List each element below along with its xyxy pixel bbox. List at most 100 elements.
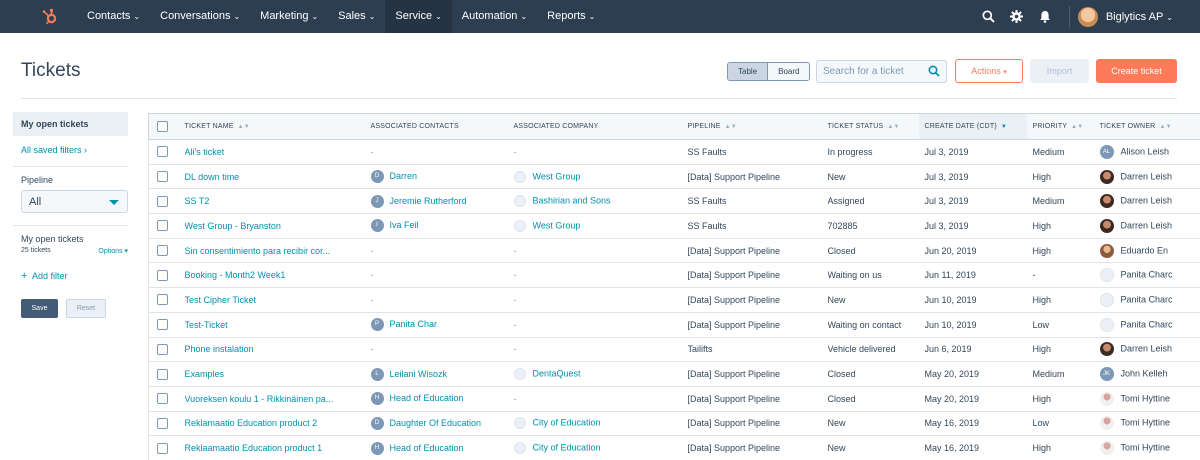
contact-link[interactable]: Panita Char: [390, 319, 438, 329]
contact-link[interactable]: Leilani Wisozk: [390, 368, 448, 378]
table-cell: West Group: [513, 164, 688, 190]
table-row[interactable]: Reklaamaatio Education product 1 H Head of…: [148, 435, 1200, 460]
ticket-status-value: Waiting on contact: [827, 319, 902, 330]
column-header-ticket-status[interactable]: TICKET STATUS ▲▼: [827, 113, 919, 140]
contact-link[interactable]: Head of Education: [390, 393, 464, 403]
options-menu[interactable]: Options ▾: [98, 247, 128, 255]
company-link[interactable]: DentaQuest: [533, 368, 581, 378]
contact-link[interactable]: Daughter Of Education: [390, 418, 482, 428]
ticket-name-link[interactable]: Reklamaatio Education product 2: [185, 418, 318, 428]
table-row[interactable]: Ali's ticket - - SS Faults In progress Jul 3,…: [148, 139, 1200, 165]
column-header-associated-contacts[interactable]: ASSOCIATED CONTACTS: [370, 113, 514, 140]
ticket-name-link[interactable]: Vuoreksen koulu 1 - Rikkinäinen pa...: [185, 394, 334, 404]
table-row[interactable]: Examples L Leilani Wisozk DentaQuest [Data] …: [148, 361, 1200, 387]
ticket-name-link[interactable]: Reklaamaatio Education product 1: [185, 443, 323, 453]
row-checkbox[interactable]: [157, 393, 168, 405]
priority-value: High: [1032, 245, 1052, 256]
contact-link[interactable]: Jeremie Rutherford: [390, 196, 467, 206]
add-filter-link[interactable]: + Add filter: [13, 270, 128, 282]
table-row[interactable]: Sin consentimiento para recibir cor... - -…: [148, 238, 1200, 264]
row-checkbox[interactable]: [157, 294, 168, 306]
table-row[interactable]: SS T2 J Jeremie Rutherford Bashirian and So…: [148, 188, 1200, 215]
table-row[interactable]: DL down time D Darren West Group [Data] Supp…: [148, 164, 1200, 190]
row-checkbox[interactable]: [157, 245, 168, 257]
contact-link[interactable]: Darren: [390, 171, 418, 181]
table-row[interactable]: Test Cipher Ticket - - [Data] Support Pipel…: [148, 287, 1200, 313]
ticket-name-link[interactable]: Sin consentimiento para recibir cor...: [185, 246, 331, 256]
actions-button[interactable]: Actions ▾: [955, 59, 1023, 83]
table-row[interactable]: Vuoreksen koulu 1 - Rikkinäinen pa... H He…: [148, 386, 1200, 412]
table-cell: Closed: [827, 361, 919, 387]
nav-item-contacts[interactable]: Contacts ⌄: [77, 0, 150, 33]
row-checkbox[interactable]: [157, 319, 168, 331]
search-icon[interactable]: [975, 0, 1003, 33]
tickets-table: TICKET NAME ▲▼ ASSOCIATED CONTACTS ASSOCI…: [148, 113, 1200, 460]
ticket-name-link[interactable]: Phone instalation: [185, 344, 254, 354]
nav-item-automation[interactable]: Automation ⌄: [452, 0, 537, 33]
company-link[interactable]: City of Education: [533, 442, 601, 452]
row-checkbox[interactable]: [157, 146, 168, 158]
column-header-associated-company[interactable]: ASSOCIATED COMPANY: [513, 113, 688, 140]
ticket-name-link[interactable]: Ali's ticket: [185, 147, 225, 157]
table-cell: SS Faults: [687, 213, 828, 239]
user-avatar[interactable]: [1077, 6, 1098, 27]
row-checkbox[interactable]: [157, 171, 168, 183]
table-row[interactable]: Reklamaatio Education product 2 D Daughter…: [148, 411, 1200, 437]
row-checkbox[interactable]: [157, 343, 168, 355]
row-checkbox[interactable]: [157, 368, 168, 380]
column-header-pipeline[interactable]: PIPELINE ▲▼: [687, 113, 828, 140]
ticket-search-input[interactable]: Search for a ticket: [816, 60, 947, 83]
notifications-bell-icon[interactable]: [1031, 0, 1059, 33]
table-cell: Jul 3, 2019: [918, 213, 1027, 239]
search-icon[interactable]: [928, 65, 940, 80]
column-header-priority[interactable]: PRIORITY ▲▼: [1026, 113, 1100, 140]
current-view[interactable]: My open tickets: [13, 112, 128, 136]
reset-button[interactable]: Reset: [66, 299, 106, 318]
row-checkbox[interactable]: [157, 442, 168, 454]
row-checkbox[interactable]: [157, 417, 168, 429]
select-all-checkbox[interactable]: [157, 121, 168, 132]
board-view-button[interactable]: Board: [768, 63, 810, 80]
pipeline-select[interactable]: All: [21, 190, 128, 213]
all-saved-filters-link[interactable]: All saved filters ›: [13, 145, 128, 157]
nav-item-sales[interactable]: Sales ⌄: [328, 0, 385, 33]
ticket-name-link[interactable]: SS T2: [185, 196, 210, 206]
table-row[interactable]: West Group - Bryanston I Iva Feil West Grou…: [148, 213, 1200, 239]
nav-item-service[interactable]: Service ⌄: [385, 0, 452, 33]
owner-name: Darren Leish: [1120, 170, 1173, 181]
ticket-name-link[interactable]: Test Cipher Ticket: [185, 295, 257, 305]
nav-item-conversations[interactable]: Conversations ⌄: [150, 0, 250, 33]
table-row[interactable]: Phone instalation - - Tailifts Vehicle deliv…: [148, 337, 1200, 363]
ticket-name-link[interactable]: Examples: [185, 369, 225, 379]
row-checkbox[interactable]: [157, 195, 168, 207]
account-menu[interactable]: Biglytics AP ⌄: [1106, 11, 1173, 23]
save-button[interactable]: Save: [21, 299, 58, 318]
hubspot-logo-icon[interactable]: [37, 4, 63, 30]
ticket-name-link[interactable]: Test-Ticket: [185, 320, 228, 330]
nav-item-reports[interactable]: Reports ⌄: [537, 0, 605, 33]
caret-down-icon: ▾: [1003, 69, 1007, 76]
company-link[interactable]: Bashirian and Sons: [533, 196, 611, 206]
column-header-ticket-owner[interactable]: TICKET OWNER ▲▼: [1099, 113, 1200, 140]
row-checkbox[interactable]: [157, 220, 168, 232]
table-row[interactable]: Booking - Month2 Week1 - - [Data] Support P…: [148, 262, 1200, 289]
ticket-name-link[interactable]: West Group - Bryanston: [185, 221, 281, 231]
column-header-create-date[interactable]: CREATE DATE (CDT) ▼: [918, 113, 1027, 140]
company-link[interactable]: City of Education: [533, 418, 601, 428]
ticket-name-link[interactable]: Booking - Month2 Week1: [185, 270, 286, 280]
import-button[interactable]: Import: [1030, 59, 1089, 83]
settings-gear-icon[interactable]: [1003, 0, 1031, 33]
contact-link[interactable]: Iva Feil: [390, 220, 419, 230]
company-link[interactable]: West Group: [533, 171, 581, 181]
plus-icon: +: [21, 270, 28, 282]
contact-link[interactable]: Head of Education: [390, 442, 464, 452]
create-ticket-button[interactable]: Create ticket: [1096, 59, 1177, 83]
nav-item-marketing[interactable]: Marketing ⌄: [250, 0, 328, 33]
company-link[interactable]: West Group: [533, 220, 581, 230]
column-header-ticket-name[interactable]: TICKET NAME ▲▼: [184, 113, 371, 140]
table-cell: Panita Charc: [1099, 287, 1200, 313]
table-view-button[interactable]: Table: [728, 63, 769, 80]
table-row[interactable]: Test-Ticket P Panita Char - [Data] Support P…: [148, 312, 1200, 338]
ticket-name-link[interactable]: DL down time: [185, 172, 240, 182]
row-checkbox[interactable]: [157, 269, 168, 281]
